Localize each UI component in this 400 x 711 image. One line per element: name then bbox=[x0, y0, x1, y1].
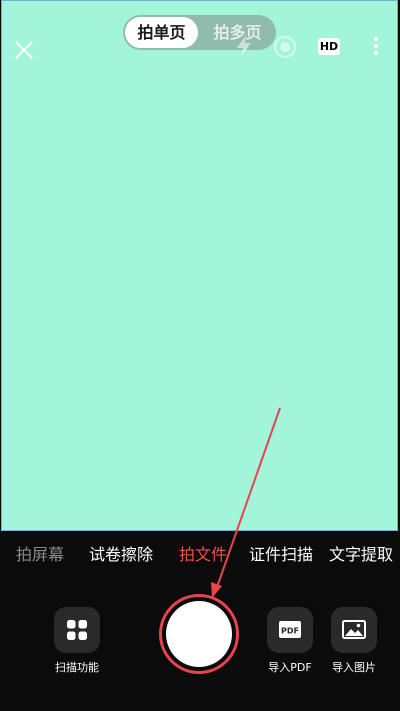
import-pdf-label: 导入PDF bbox=[268, 661, 312, 674]
import-image-label: 导入图片 bbox=[332, 661, 376, 674]
shutter-button[interactable] bbox=[166, 601, 232, 667]
close-icon[interactable] bbox=[10, 36, 38, 64]
hd-toggle[interactable]: HD bbox=[318, 38, 340, 55]
flash-icon[interactable] bbox=[234, 34, 254, 58]
mode-tab-screen[interactable]: 拍屏幕 bbox=[16, 544, 64, 566]
scan-functions-label: 扫描功能 bbox=[55, 661, 99, 674]
scan-mode-strip[interactable]: 拍屏幕 试卷擦除 拍文件 证件扫描 文字提取 bbox=[0, 540, 400, 570]
camera-preview[interactable] bbox=[1, 0, 398, 531]
pdf-icon: PDF bbox=[267, 607, 313, 653]
pdf-badge-text: PDF bbox=[281, 627, 299, 636]
import-image-button[interactable]: 导入图片 bbox=[324, 607, 384, 675]
more-vertical-icon[interactable] bbox=[366, 34, 386, 58]
mode-tab-text-extract[interactable]: 文字提取 bbox=[329, 544, 393, 566]
grid-icon bbox=[54, 607, 100, 653]
import-pdf-button[interactable]: PDF 导入PDF bbox=[260, 607, 320, 675]
top-bar: 拍单页 拍多页 HD bbox=[0, 0, 400, 70]
single-page-option[interactable]: 拍单页 bbox=[125, 17, 198, 48]
mode-tab-document[interactable]: 拍文件 bbox=[179, 544, 227, 566]
image-icon bbox=[331, 607, 377, 653]
mode-tab-id-scan[interactable]: 证件扫描 bbox=[249, 544, 313, 566]
scan-functions-button[interactable]: 扫描功能 bbox=[47, 607, 107, 675]
focus-icon[interactable] bbox=[273, 35, 297, 59]
mode-tab-exam-erase[interactable]: 试卷擦除 bbox=[89, 544, 153, 566]
